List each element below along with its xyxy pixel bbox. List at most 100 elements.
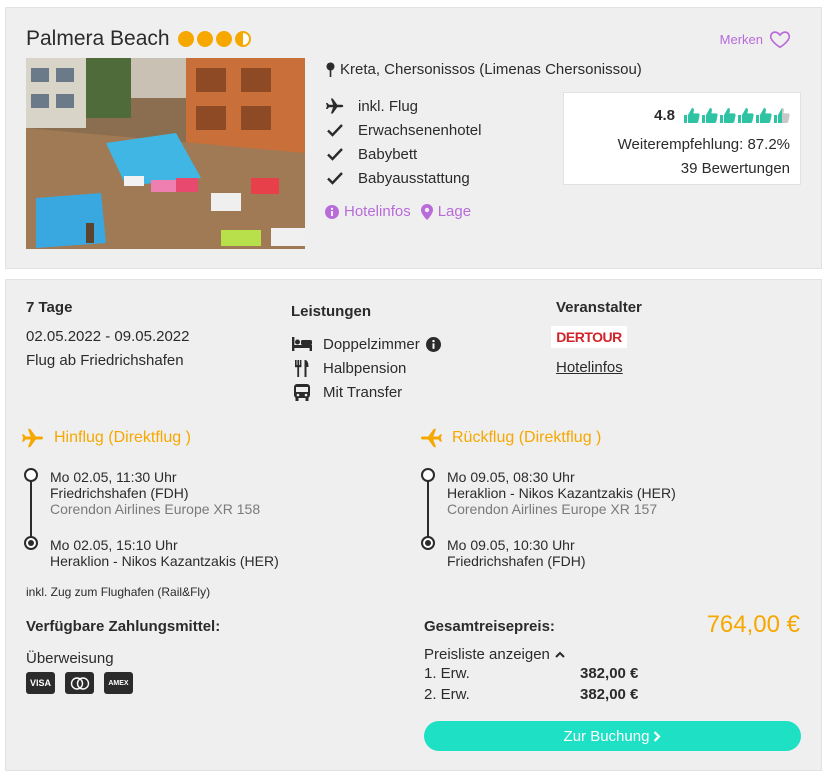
feature-label: Erwachsenenhotel bbox=[358, 121, 482, 139]
arrival-dot bbox=[24, 536, 38, 550]
recommendation-rate: Weiterempfehlung: 87.2% bbox=[617, 136, 790, 153]
heart-icon[interactable] bbox=[769, 28, 791, 50]
arrival-time: Mo 09.05, 10:30 Uhr bbox=[447, 537, 575, 553]
outbound-arrival: Mo 02.05, 15:10 Uhr Heraklion - Nikos Ka… bbox=[50, 537, 279, 569]
thumb-up-icon bbox=[756, 108, 772, 123]
arrival-airport: Heraklion - Nikos Kazantzakis (HER) bbox=[50, 553, 279, 569]
return-header: Rückflug (Direktflug ) bbox=[420, 428, 601, 448]
mastercard-icon bbox=[65, 672, 94, 694]
feature-item: inkl. Flug bbox=[325, 94, 481, 118]
bookmark-button[interactable]: Merken bbox=[720, 28, 791, 50]
hotel-card: Palmera Beach Merken Kreta, Chersonissos… bbox=[5, 7, 822, 269]
payment-method: Überweisung bbox=[26, 650, 114, 667]
departure-time: Mo 02.05, 11:30 Uhr bbox=[50, 469, 177, 485]
thumb-up-icon bbox=[738, 108, 754, 123]
total-price-title: Gesamtreisepreis: bbox=[424, 618, 555, 635]
trip-dates: 02.05.2022 - 09.05.2022 bbox=[26, 328, 190, 345]
lage-label[interactable]: Lage bbox=[438, 203, 471, 220]
feature-item: Babybett bbox=[325, 142, 481, 166]
bus-icon bbox=[291, 383, 313, 401]
return-arrival: Mo 09.05, 10:30 Uhr Friedrichshafen (FDH… bbox=[447, 537, 585, 569]
payment-title: Verfügbare Zahlungsmittel: bbox=[26, 618, 221, 635]
return-timeline: Mo 09.05, 08:30 Uhr Heraklion - Nikos Ka… bbox=[421, 468, 801, 569]
operator-logo: DERTOUR bbox=[551, 326, 627, 348]
airline: Corendon Airlines Europe XR 158 bbox=[50, 501, 261, 517]
hotel-location: Kreta, Chersonissos (Limenas Chersonisso… bbox=[325, 61, 642, 78]
hotel-photo-illustration bbox=[26, 58, 305, 249]
price-list-toggle[interactable]: Preisliste anzeigen bbox=[424, 646, 565, 663]
hotel-name[interactable]: Palmera Beach bbox=[26, 27, 170, 51]
thumb-up-icon bbox=[684, 108, 700, 123]
return-departure: Mo 09.05, 08:30 Uhr Heraklion - Nikos Ka… bbox=[447, 469, 676, 517]
outbound-title: Hinflug (Direktflug ) bbox=[54, 429, 191, 446]
rating-score-row: 4.8 bbox=[654, 107, 790, 124]
departure-time: Mo 09.05, 08:30 Uhr bbox=[447, 469, 575, 485]
price-list-label[interactable]: Preisliste anzeigen bbox=[424, 646, 550, 663]
plane-icon bbox=[22, 428, 44, 448]
chevron-right-icon[interactable] bbox=[653, 730, 661, 742]
service-item: Mit Transfer bbox=[291, 380, 441, 404]
hotel-links: Hotelinfos Lage bbox=[325, 203, 471, 220]
check-icon bbox=[325, 170, 345, 186]
price-row-label: 1. Erw. bbox=[424, 665, 470, 682]
check-icon bbox=[325, 122, 345, 138]
operator-title: Veranstalter bbox=[556, 299, 642, 316]
departure-airport: Flug ab Friedrichshafen bbox=[26, 352, 184, 369]
service-label: Mit Transfer bbox=[323, 383, 403, 401]
thumb-up-icon bbox=[774, 108, 790, 123]
service-label: Doppelzimmer bbox=[323, 335, 420, 353]
chevron-up-icon[interactable] bbox=[555, 651, 565, 658]
hotel-title[interactable]: Palmera Beach bbox=[26, 27, 251, 51]
amex-icon: AMEX bbox=[104, 672, 133, 694]
book-button-label[interactable]: Zur Buchung bbox=[564, 728, 650, 745]
return-title: Rückflug (Direktflug ) bbox=[452, 429, 602, 446]
payment-cards: VISA AMEX bbox=[26, 672, 133, 694]
arrival-airport: Friedrichshafen (FDH) bbox=[447, 553, 586, 569]
book-button[interactable]: Zur Buchung bbox=[424, 721, 801, 751]
check-icon bbox=[325, 146, 345, 162]
price-row: 2. Erw. 382,00 € bbox=[424, 686, 638, 703]
sun-rating bbox=[177, 31, 251, 47]
service-item: Doppelzimmer bbox=[291, 332, 441, 356]
review-count[interactable]: 39 Bewertungen bbox=[681, 160, 790, 177]
departure-airport: Heraklion - Nikos Kazantzakis (HER) bbox=[447, 485, 676, 501]
info-icon[interactable] bbox=[425, 336, 441, 352]
rating-score: 4.8 bbox=[654, 107, 675, 124]
map-pin-icon bbox=[326, 62, 335, 77]
thumbs-rating bbox=[683, 107, 790, 124]
plane-icon bbox=[420, 428, 442, 448]
arrival-time: Mo 02.05, 15:10 Uhr bbox=[50, 537, 178, 553]
half-sun-icon bbox=[234, 31, 251, 47]
lage-link[interactable]: Lage bbox=[420, 203, 471, 220]
feature-item: Babyausstattung bbox=[325, 166, 481, 190]
services-list: Doppelzimmer Halbpension Mit Transfer bbox=[291, 332, 441, 404]
feature-item: Erwachsenenhotel bbox=[325, 118, 481, 142]
service-item: Halbpension bbox=[291, 356, 441, 380]
departure-airport: Friedrichshafen (FDH) bbox=[50, 485, 189, 501]
price-row-amount: 382,00 € bbox=[580, 686, 639, 703]
bed-icon bbox=[291, 335, 313, 353]
service-label: Halbpension bbox=[323, 359, 407, 377]
departure-dot bbox=[421, 468, 435, 482]
info-icon bbox=[325, 204, 339, 219]
hotel-photo[interactable] bbox=[26, 58, 305, 249]
operator-hotelinfos-link[interactable]: Hotelinfos bbox=[556, 359, 623, 376]
hotelinfos-link[interactable]: Hotelinfos bbox=[325, 203, 411, 220]
thumb-up-icon bbox=[720, 108, 736, 123]
sun-icon bbox=[196, 31, 213, 47]
price-row: 1. Erw. 382,00 € bbox=[424, 665, 638, 682]
trip-duration: 7 Tage bbox=[26, 299, 73, 316]
price-row-amount: 382,00 € bbox=[580, 665, 639, 682]
airline: Corendon Airlines Europe XR 157 bbox=[447, 501, 658, 517]
thumb-up-icon bbox=[702, 108, 718, 123]
feature-label: inkl. Flug bbox=[358, 97, 419, 115]
hotelinfos-label[interactable]: Hotelinfos bbox=[344, 203, 411, 220]
location-text: Kreta, Chersonissos (Limenas Chersonisso… bbox=[340, 61, 642, 78]
arrival-dot bbox=[421, 536, 435, 550]
rail-fly-note: inkl. Zug zum Flughafen (Rail&Fly) bbox=[26, 585, 211, 599]
bookmark-label[interactable]: Merken bbox=[720, 32, 763, 47]
sun-icon bbox=[177, 31, 194, 47]
departure-dot bbox=[24, 468, 38, 482]
outbound-timeline: Mo 02.05, 11:30 Uhr Friedrichshafen (FDH… bbox=[24, 468, 404, 569]
fork-knife-icon bbox=[291, 359, 313, 377]
